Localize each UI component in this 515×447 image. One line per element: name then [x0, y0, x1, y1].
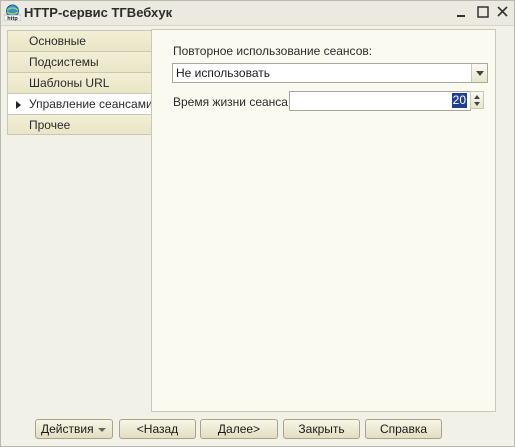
tab-main[interactable]: Основные [7, 30, 152, 51]
next-button[interactable]: Далее> [200, 419, 278, 439]
tab-session-management[interactable]: Управление сеансами [7, 93, 153, 114]
title-bar: http HTTP-сервис ТГВебхук [1, 1, 514, 26]
chevron-down-icon [476, 71, 484, 76]
stepper-up-icon[interactable] [474, 95, 480, 99]
back-button[interactable]: <Назад [119, 419, 196, 439]
maximize-icon[interactable] [474, 4, 492, 21]
session-reuse-value: Не использовать [176, 66, 270, 80]
session-lifetime-value: 20 [451, 93, 467, 108]
session-lifetime-label: Время жизни сеанса: [173, 95, 292, 109]
help-button[interactable]: Справка [365, 419, 442, 439]
http-service-window: http HTTP-сервис ТГВебхук Основные Подси… [0, 0, 515, 447]
window-title: HTTP-сервис ТГВебхук [24, 5, 173, 20]
session-lifetime-stepper[interactable] [470, 91, 484, 109]
http-service-icon: http [4, 4, 21, 21]
tab-label: Прочее [29, 118, 71, 132]
actions-button[interactable]: Действия [35, 419, 113, 439]
close-icon[interactable] [494, 4, 512, 21]
minimize-icon[interactable] [453, 4, 471, 21]
tab-subsystems[interactable]: Подсистемы [7, 51, 152, 72]
tab-url-templates[interactable]: Шаблоны URL [7, 72, 152, 93]
tab-label: Подсистемы [29, 55, 99, 69]
tab-label: Управление сеансами [29, 97, 153, 111]
tab-label: Основные [29, 34, 86, 48]
session-management-panel: Повторное использование сеансов: Не испо… [151, 29, 496, 412]
stepper-down-icon[interactable] [474, 102, 480, 106]
svg-text:http: http [7, 16, 18, 21]
tab-label: Шаблоны URL [29, 76, 110, 90]
session-reuse-label: Повторное использование сеансов: [173, 44, 373, 58]
chevron-down-icon [98, 428, 106, 432]
close-button[interactable]: Закрыть [283, 419, 360, 439]
session-reuse-select[interactable]: Не использовать [172, 63, 488, 83]
active-tab-marker-icon [16, 101, 21, 109]
actions-button-label: Действия [41, 422, 94, 436]
section-tab-list: Основные Подсистемы Шаблоны URL Управлен… [7, 30, 153, 135]
tab-other[interactable]: Прочее [7, 114, 152, 135]
session-lifetime-input[interactable]: 20 [289, 91, 471, 111]
dropdown-button[interactable] [471, 64, 487, 82]
